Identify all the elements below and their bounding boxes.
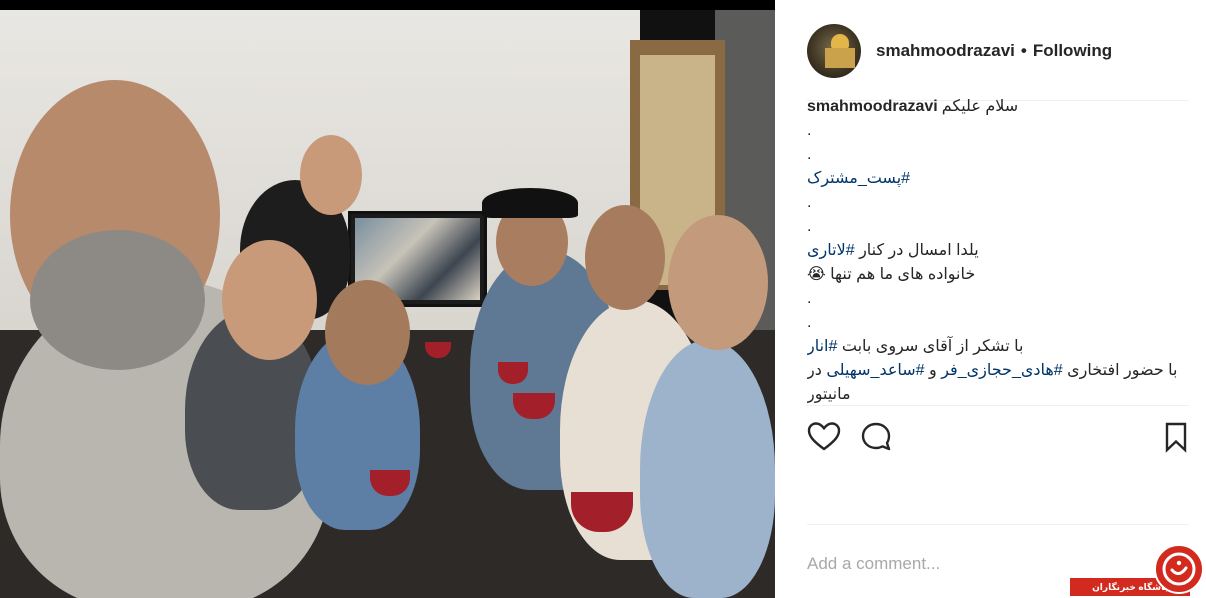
- hashtag-hadi-hejazifar-link[interactable]: #هادی_حجازی_فر: [941, 362, 1062, 379]
- photo-person-4-head: [325, 280, 410, 385]
- avatar[interactable]: [807, 24, 861, 78]
- header-user-info: smahmoodrazavi • Following: [876, 41, 1112, 61]
- watermark-logo-icon: [1154, 544, 1204, 594]
- caption-line-thanks: با تشکر از آقای سروی بابت #انار: [807, 335, 1189, 359]
- caption-presence-text: با حضور افتخاری: [1067, 362, 1178, 379]
- hashtag-latari-link[interactable]: #لاتاری: [807, 242, 855, 259]
- photo-person-7-head: [668, 215, 768, 350]
- caption-yalda-text: یلدا امسال در کنار: [859, 242, 979, 259]
- photo-person-6-head: [585, 205, 665, 310]
- caption-line-hashtag: #پست_مشترک: [807, 167, 1189, 191]
- caption-dot: .: [807, 290, 812, 307]
- post-photo: [0, 0, 775, 598]
- caption-thanks-text: با تشکر از آقای سروی بابت: [841, 338, 1024, 355]
- caption-families-text: خانواده های ما هم تنها: [830, 266, 976, 283]
- caption-divider: [807, 405, 1189, 406]
- comment-button[interactable]: [859, 420, 893, 454]
- caption-line-yalda: یلدا امسال در کنار #لاتاری: [807, 239, 1189, 263]
- header-username-link[interactable]: smahmoodrazavi: [876, 41, 1015, 61]
- caption-greeting-text: سلام علیکم: [941, 99, 1019, 115]
- photo-top-border: [0, 0, 775, 10]
- save-button[interactable]: [1159, 420, 1193, 454]
- caption-monitor-text: مانیتور: [807, 386, 851, 403]
- photo-hat: [482, 188, 578, 218]
- photo-person-2-head: [300, 135, 362, 215]
- comment-divider: [807, 524, 1189, 525]
- crying-emoji-icon: 😭: [807, 266, 826, 283]
- caption-dot: .: [807, 146, 812, 163]
- caption-in-text: در: [807, 362, 822, 379]
- photo-person-1-beard: [30, 230, 205, 370]
- bookmark-outline-icon: [1165, 422, 1187, 453]
- hashtag-post-moshtarak-link[interactable]: #پست_مشترک: [807, 170, 910, 187]
- caption-line-presence: با حضور افتخاری #هادی_حجازی_فر و #ساعد_س…: [807, 359, 1189, 383]
- caption-username-link[interactable]: smahmoodrazavi: [807, 99, 938, 119]
- hashtag-saeed-soheili-link[interactable]: #ساعد_سهیلی: [826, 362, 924, 379]
- caption-dot: .: [807, 314, 812, 331]
- caption-line-families: خانواده های ما هم تنها 😭: [807, 263, 1189, 287]
- following-button[interactable]: Following: [1033, 41, 1112, 61]
- photo-person-7: [640, 340, 775, 598]
- post-actions: [807, 420, 1189, 454]
- heart-outline-icon: [807, 422, 841, 451]
- like-button[interactable]: [807, 420, 841, 454]
- caption-dot: .: [807, 122, 812, 139]
- caption-line-greeting: smahmoodrazavi سلام علیکم: [807, 99, 1189, 119]
- caption-dot: .: [807, 218, 812, 235]
- hashtag-anar-link[interactable]: #انار: [807, 338, 837, 355]
- caption-dot: .: [807, 194, 812, 211]
- post-sidebar: smahmoodrazavi • Following smahmoodrazav…: [775, 0, 1206, 598]
- comment-bubble-icon: [861, 422, 891, 451]
- post-caption: smahmoodrazavi سلام علیکم . . #پست_مشترک…: [807, 99, 1189, 404]
- news-watermark: باشگاه خبرنگاران: [1070, 544, 1206, 598]
- caption-and-text: و: [929, 362, 937, 379]
- photo-person-3-head: [222, 240, 317, 360]
- post-header: smahmoodrazavi • Following: [775, 0, 1206, 100]
- header-separator: •: [1020, 41, 1027, 60]
- caption-line-monitor: مانیتور: [807, 383, 1189, 404]
